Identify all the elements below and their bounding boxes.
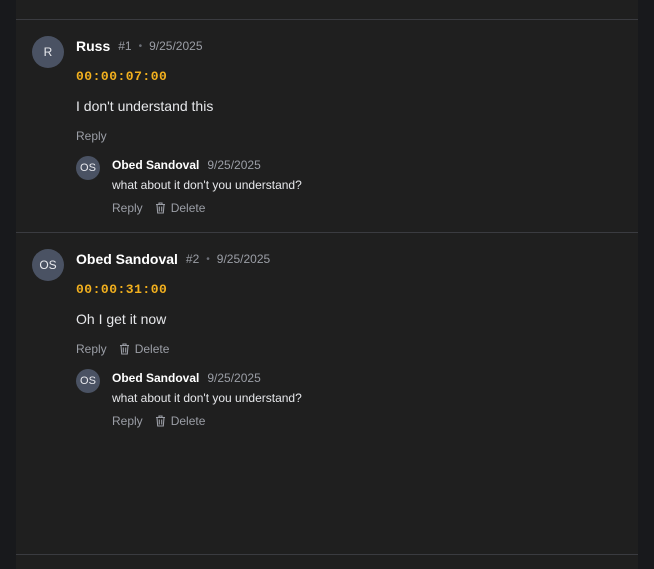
comment-text: Oh I get it now	[76, 311, 167, 327]
comment-timecode[interactable]: 00:00:31:00	[76, 282, 167, 297]
comment-header: Russ #1 • 9/25/2025	[76, 37, 203, 55]
reply-text: what about it don't you understand?	[112, 391, 302, 405]
delete-button[interactable]: Delete	[155, 201, 206, 215]
avatar-initials: OS	[80, 162, 96, 174]
avatar: OS	[32, 249, 64, 281]
comment-date: 9/25/2025	[149, 39, 203, 53]
comment-author: Obed Sandoval	[76, 251, 178, 267]
comment-number: #1	[118, 39, 132, 53]
reply-author: Obed Sandoval	[112, 371, 200, 385]
comment-author: Russ	[76, 38, 111, 54]
comment-date: 9/25/2025	[216, 252, 271, 266]
comment-number: #2	[185, 252, 200, 266]
comment-header: Obed Sandoval #2 • 9/25/2025	[76, 250, 270, 268]
avatar-initials: OS	[39, 258, 57, 272]
reply-button[interactable]: Reply	[112, 201, 143, 215]
reply-text: what about it don't you understand?	[112, 178, 302, 192]
delete-button[interactable]: Delete	[155, 414, 206, 428]
reply-actions: Reply Delete	[112, 201, 205, 215]
reply-author: Obed Sandoval	[112, 158, 200, 172]
comment-timecode[interactable]: 00:00:07:00	[76, 69, 167, 84]
avatar-initials: OS	[80, 375, 96, 387]
delete-label: Delete	[134, 342, 170, 356]
trash-icon	[155, 202, 166, 214]
comments-panel: R Russ #1 • 9/25/2025 00:00:07:00 I don'…	[16, 0, 638, 569]
avatar: OS	[76, 369, 100, 393]
reply-date: 9/25/2025	[207, 158, 261, 172]
delete-button[interactable]: Delete	[119, 342, 170, 356]
reply-button[interactable]: Reply	[76, 129, 107, 143]
divider	[16, 554, 638, 555]
reply-date: 9/25/2025	[207, 371, 261, 385]
avatar: R	[32, 36, 64, 68]
reply-header: Obed Sandoval 9/25/2025	[112, 370, 261, 386]
reply-header: Obed Sandoval 9/25/2025	[112, 157, 261, 173]
separator-dot: •	[206, 253, 210, 265]
delete-label: Delete	[170, 414, 206, 428]
reply-button[interactable]: Reply	[76, 342, 107, 356]
comment-actions: Reply	[76, 129, 107, 143]
avatar: OS	[76, 156, 100, 180]
comment-actions: Reply Delete	[76, 342, 169, 356]
reply-button[interactable]: Reply	[112, 414, 143, 428]
reply-actions: Reply Delete	[112, 414, 205, 428]
divider	[16, 232, 638, 233]
delete-label: Delete	[170, 201, 206, 215]
divider	[16, 19, 638, 20]
separator-dot: •	[138, 40, 143, 52]
trash-icon	[119, 343, 130, 355]
comment-text: I don't understand this	[76, 98, 214, 114]
trash-icon	[155, 415, 166, 427]
avatar-initials: R	[43, 45, 53, 59]
